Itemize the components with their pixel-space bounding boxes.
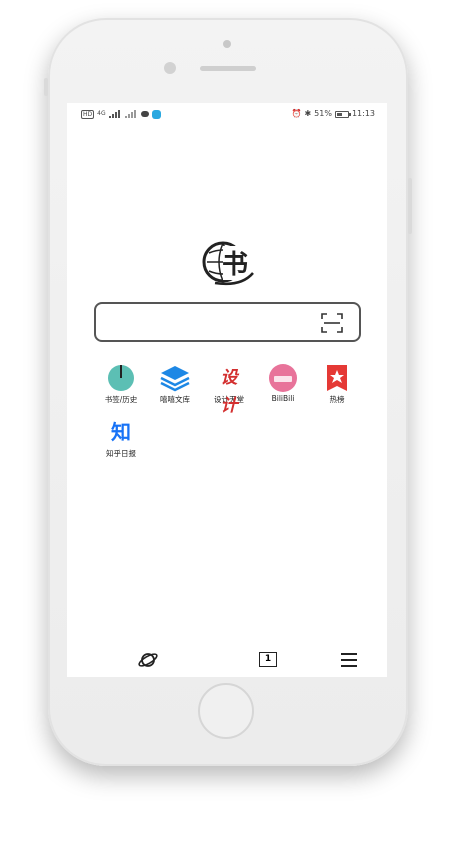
earpiece-speaker: [200, 66, 256, 71]
design-text-icon: 设计: [220, 368, 238, 416]
chat-bubble-icon: [140, 111, 149, 117]
logo-glyph: 书: [222, 250, 248, 280]
search-input[interactable]: [94, 302, 361, 342]
power-button: [408, 178, 412, 234]
home-button[interactable]: [198, 683, 254, 739]
bilibili-icon: [267, 364, 299, 392]
shortcut-bilibili[interactable]: BiliBili: [255, 364, 311, 403]
bottom-toolbar: 1: [67, 643, 387, 677]
app-logo: 书: [201, 237, 255, 287]
app-notification-icon: [151, 109, 161, 119]
status-bar: HD 4G ⏰ ✱ 51% 11:13: [67, 103, 387, 125]
tabs-button[interactable]: 1: [257, 649, 279, 671]
planet-icon[interactable]: [137, 649, 159, 671]
clock: 11:13: [351, 109, 375, 118]
browser-screen: HD 4G ⏰ ✱ 51% 11:13 书 书签/历史 嘻嘻文库 设计 设计天堂…: [67, 103, 387, 677]
shortcut-xixi-library[interactable]: 嘻嘻文库: [147, 364, 203, 405]
network-type: 4G: [97, 110, 106, 117]
mute-switch: [44, 78, 48, 96]
tabs-icon: 1: [259, 652, 277, 667]
shortcut-zhihu-daily[interactable]: 知 知乎日报: [93, 418, 149, 459]
hd-icon: HD: [81, 109, 95, 119]
shortcut-bookmarks-history[interactable]: 书签/历史: [93, 364, 149, 405]
layers-icon: [159, 364, 191, 392]
battery-icon: [334, 110, 351, 118]
zhihu-icon: 知: [111, 420, 131, 444]
front-camera: [223, 40, 231, 48]
bluetooth-icon: ✱: [304, 109, 312, 118]
signal-icon: [124, 110, 138, 118]
shortcut-design-paradise[interactable]: 设计 设计天堂: [201, 364, 257, 416]
proximity-sensor: [164, 62, 176, 74]
signal-icon: [108, 110, 122, 118]
shortcut-hot-list[interactable]: 热榜: [309, 364, 365, 405]
alarm-icon: ⏰: [291, 109, 302, 118]
bookmark-history-icon: [105, 364, 137, 392]
hot-star-icon: [321, 364, 353, 392]
menu-icon[interactable]: [338, 649, 360, 671]
scan-icon[interactable]: [321, 313, 343, 333]
battery-percent: 51%: [314, 109, 332, 118]
